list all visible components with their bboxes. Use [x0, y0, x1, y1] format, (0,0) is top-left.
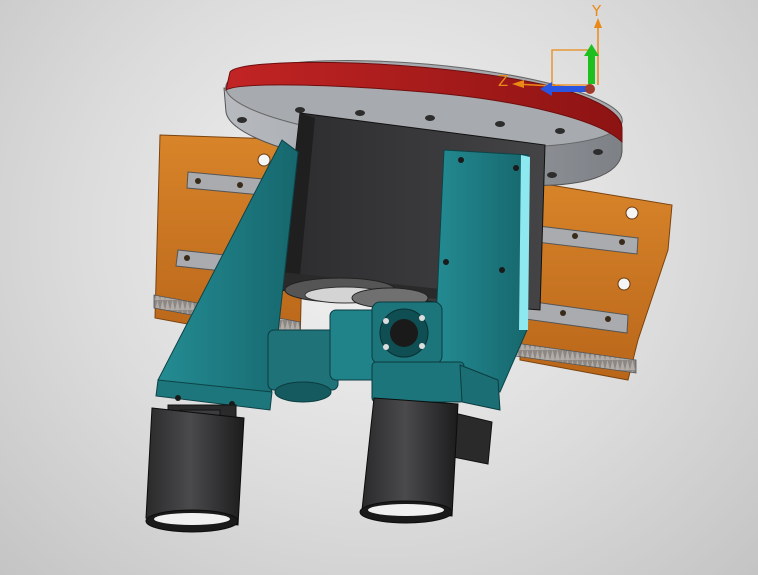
servo-motor-right[interactable] — [359, 397, 493, 524]
cad-viewport[interactable]: Y Z — [0, 0, 758, 575]
triad-plane — [551, 49, 591, 86]
y-axis-label: Y — [591, 2, 602, 20]
side-bracket-panel[interactable] — [432, 149, 530, 393]
x-direction-arrow-icon — [548, 86, 588, 92]
servo-motor-left[interactable] — [145, 404, 245, 533]
cad-model-view[interactable]: Y Z — [0, 0, 758, 575]
triad-origin — [585, 84, 595, 94]
z-axis-label: Z — [498, 72, 508, 90]
